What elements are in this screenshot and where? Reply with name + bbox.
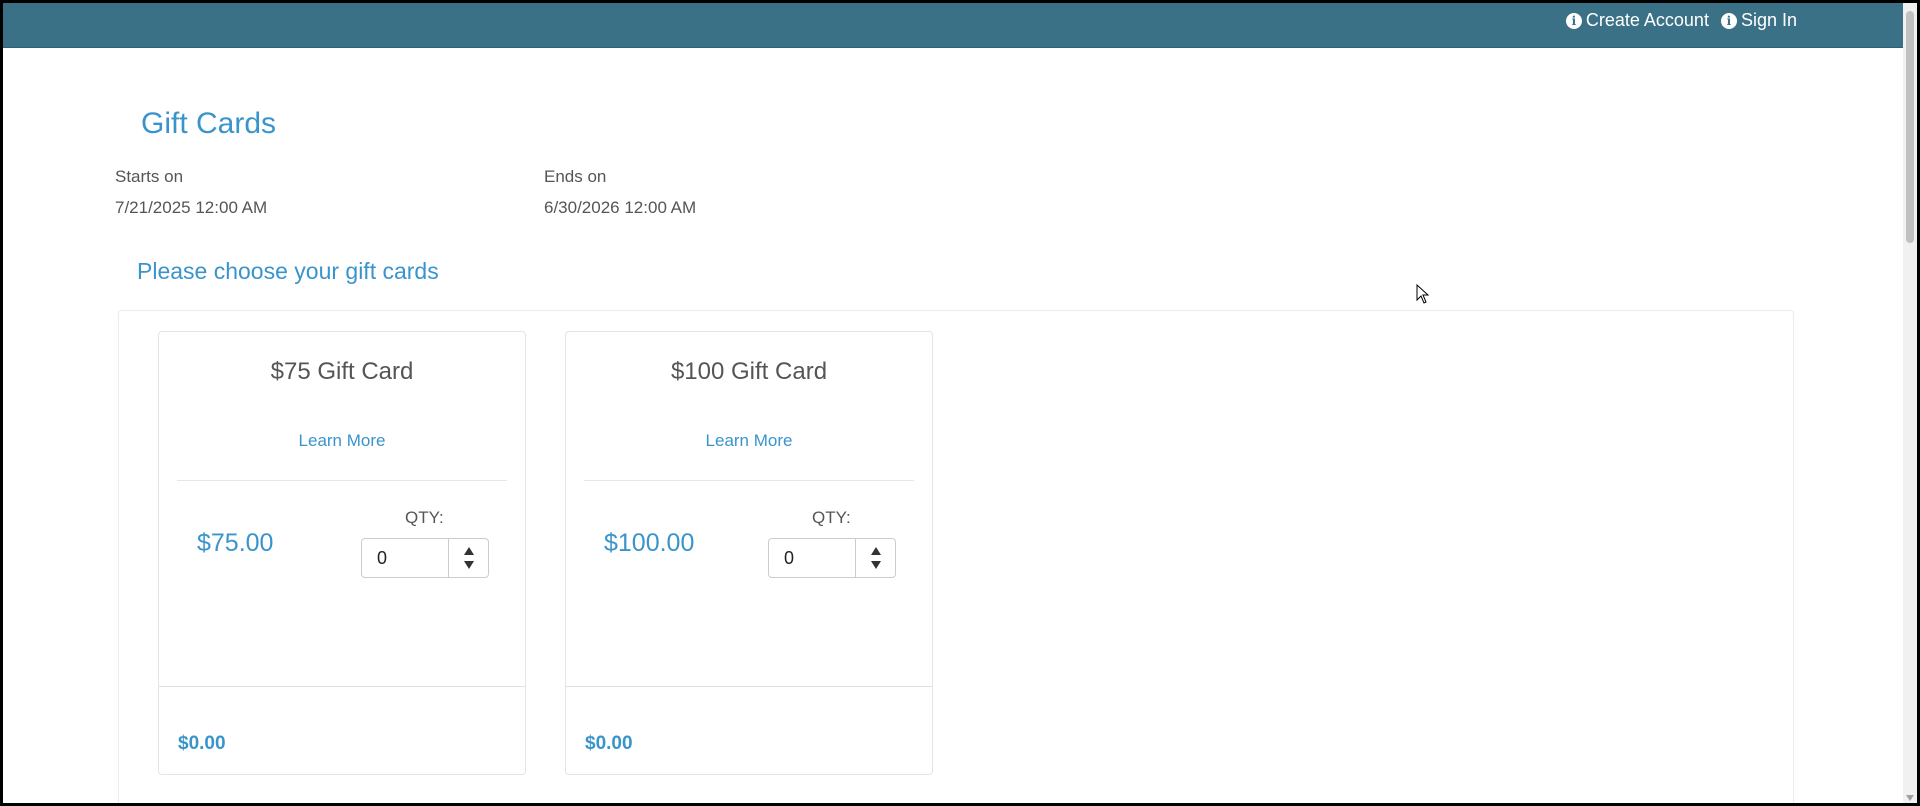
top-navigation-bar: i Create Account i Sign In: [3, 3, 1907, 48]
starts-on-value: 7/21/2025 12:00 AM: [115, 198, 268, 217]
info-circle-icon: i: [1720, 12, 1737, 29]
card-title: $100 Gift Card: [670, 358, 828, 385]
increment-arrow-icon[interactable]: [870, 547, 881, 555]
qty-label: QTY:: [405, 508, 444, 527]
quantity-input[interactable]: [362, 539, 448, 577]
gift-card-100: $100 Gift Card Learn More $100.00 QTY: $…: [565, 331, 933, 775]
card-divider: [584, 480, 914, 481]
browser-frame: i Create Account i Sign In Gift Cards St…: [0, 0, 1920, 806]
stepper-buttons: [855, 539, 895, 577]
card-price: $100.00: [604, 529, 695, 557]
account-nav: i Create Account i Sign In: [1565, 10, 1797, 31]
decrement-arrow-icon[interactable]: [870, 561, 881, 569]
info-circle-icon: i: [1565, 12, 1582, 29]
choose-gift-cards-heading: Please choose your gift cards: [137, 258, 439, 284]
card-title: $75 Gift Card: [270, 358, 414, 385]
starts-on-label: Starts on: [115, 167, 184, 186]
qty-label: QTY:: [812, 508, 851, 527]
gift-card-75: $75 Gift Card Learn More $75.00 QTY: $0.…: [158, 331, 526, 775]
card-price: $75.00: [197, 529, 274, 557]
sign-in-link[interactable]: i Sign In: [1720, 10, 1797, 31]
create-account-label: Create Account: [1585, 10, 1709, 30]
learn-more-link[interactable]: Learn More: [566, 431, 932, 451]
card-total: $0.00: [178, 733, 226, 754]
card-divider: [177, 480, 507, 481]
increment-arrow-icon[interactable]: [463, 547, 474, 555]
ends-on-label: Ends on: [544, 167, 607, 186]
page-title: Gift Cards: [141, 107, 277, 140]
card-footer-divider: [159, 686, 525, 687]
scrollbar-thumb[interactable]: [1906, 11, 1914, 243]
decrement-arrow-icon[interactable]: [463, 561, 474, 569]
card-total: $0.00: [585, 733, 633, 754]
stepper-buttons: [448, 539, 488, 577]
scroll-down-arrow-icon[interactable]: [1906, 795, 1914, 801]
ends-on-value: 6/30/2026 12:00 AM: [544, 198, 697, 217]
create-account-link[interactable]: i Create Account: [1565, 10, 1709, 31]
card-footer-divider: [566, 686, 932, 687]
quantity-stepper: [361, 538, 489, 578]
mouse-cursor-icon: [1416, 284, 1430, 304]
vertical-scrollbar[interactable]: [1903, 3, 1917, 803]
learn-more-link[interactable]: Learn More: [159, 431, 525, 451]
quantity-stepper: [768, 538, 896, 578]
quantity-input[interactable]: [769, 539, 855, 577]
sign-in-label: Sign In: [1740, 10, 1797, 30]
